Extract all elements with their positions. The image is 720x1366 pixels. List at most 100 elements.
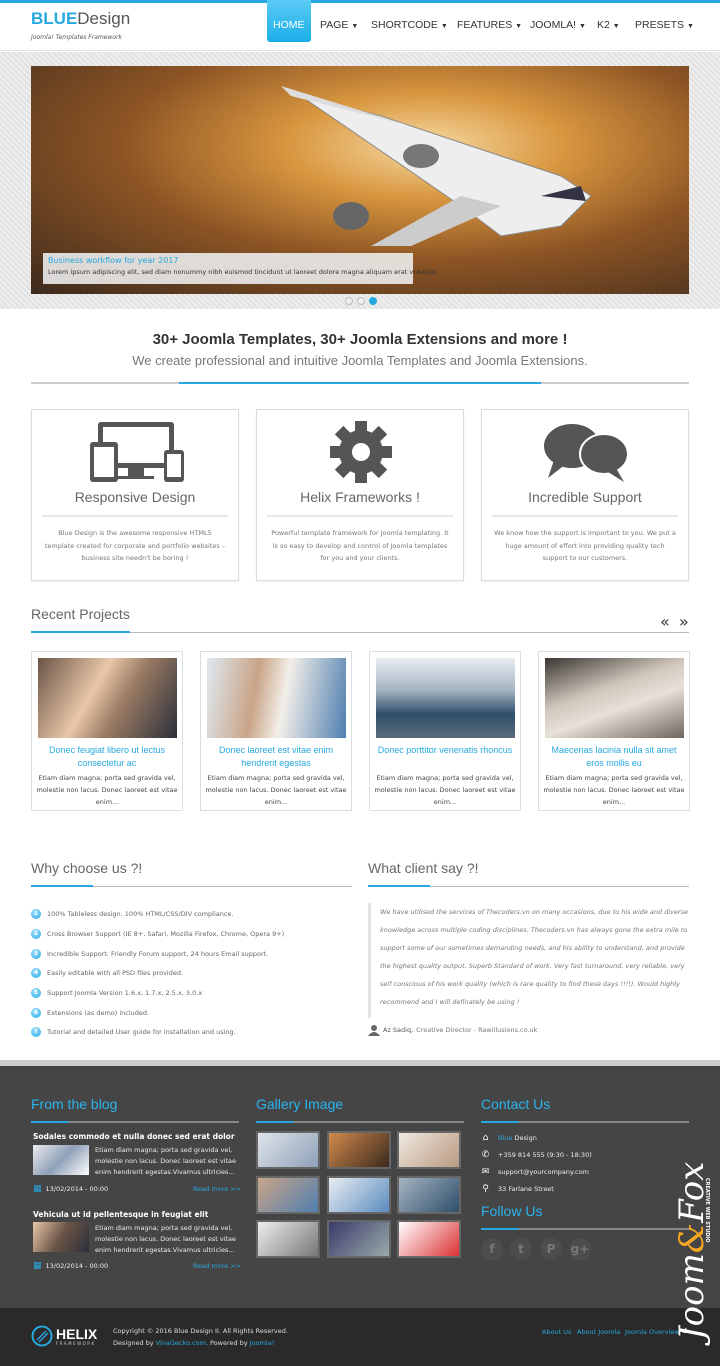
gallery-thumbnail[interactable] (327, 1131, 391, 1169)
number-badge-icon: 4 (31, 968, 41, 978)
phone-icon: ✆ (481, 1150, 490, 1160)
testimonial-quote: We have utilised the services of Thecode… (368, 903, 689, 1018)
feature-divider (267, 515, 453, 517)
number-badge-icon: 1 (31, 909, 41, 919)
nav-joomla[interactable]: JOOMLA! ▼ (530, 0, 586, 42)
gallery-thumbnail[interactable] (397, 1131, 461, 1169)
feature-card: Responsive Design Blue Design is the awe… (31, 409, 239, 581)
nav-label: PAGE (320, 19, 349, 31)
caret-down-icon: ▼ (440, 23, 448, 30)
divider-accent (368, 885, 430, 887)
client-title: What client say ?! (368, 860, 479, 876)
nav-k2[interactable]: K2 ▼ (597, 0, 620, 42)
why-text: Extensions (as demo) included. (47, 1009, 150, 1017)
divider (256, 1121, 464, 1123)
gallery-thumbnail[interactable] (397, 1220, 461, 1258)
gallery-thumbnail[interactable] (256, 1220, 320, 1258)
project-card[interactable]: Donec feugiat libero ut lectus consectet… (31, 651, 183, 811)
prev-arrow-icon[interactable]: « (660, 612, 670, 631)
caret-down-icon: ▼ (351, 23, 359, 30)
read-more-link[interactable]: Read more >> (193, 1185, 241, 1193)
divider (481, 1228, 689, 1230)
gallery-thumbnail[interactable] (256, 1131, 320, 1169)
project-title[interactable]: Donec laoreet est vitae enim hendrerit e… (205, 744, 347, 770)
caret-down-icon: ▼ (612, 23, 620, 30)
why-text: Support Joomla Version 1.6.x, 1.7.x, 2.5… (47, 989, 203, 997)
project-card[interactable]: Donec porttitor venenatis rhoncus Etiam … (369, 651, 521, 811)
blog-post-text: Etiam diam magna; porta sed gravida vel,… (95, 1224, 237, 1254)
site-logo[interactable]: BLUEDesign (31, 9, 130, 29)
blog-post-text: Etiam diam magna; porta sed gravida vel,… (95, 1146, 237, 1176)
feature-divider (492, 515, 678, 517)
nav-label: K2 (597, 19, 610, 31)
bottom-bar (0, 1308, 720, 1366)
google-plus-icon[interactable]: g+ (569, 1238, 591, 1260)
footer-link-about-us[interactable]: About Us (542, 1328, 571, 1336)
blog-post-title[interactable]: Sodales commodo et nulla donec sed erat … (33, 1132, 235, 1141)
helix-logo[interactable]: HELIX FRAMEWORK (31, 1325, 97, 1347)
project-image (376, 658, 515, 738)
nav-label: PRESETS (635, 19, 685, 31)
gallery-image (399, 1222, 459, 1256)
number-badge-icon: 7 (31, 1027, 41, 1037)
caret-down-icon: ▼ (579, 23, 586, 30)
date-text: 13/02/2014 - 00:00 (45, 1185, 109, 1193)
feature-title: Helix Frameworks ! (300, 489, 420, 505)
number-badge-icon: 6 (31, 1008, 41, 1018)
footer-link-joomla-overview[interactable]: Joomla Overview (625, 1328, 680, 1336)
divider-accent (179, 382, 541, 384)
why-item: 2 Cross Browser Support (IE 8+, Safari, M… (31, 929, 284, 939)
twitter-icon[interactable]: t (510, 1238, 532, 1260)
slider-dot-2[interactable] (357, 297, 365, 305)
why-item: 4 Easily editable with all PSD files prov… (31, 968, 183, 978)
feature-title: Responsive Design (74, 489, 196, 505)
divider-accent (31, 631, 130, 633)
project-card[interactable]: Donec laoreet est vitae enim hendrerit e… (200, 651, 352, 811)
number-badge-icon: 5 (31, 988, 41, 998)
nav-label: FEATURES (457, 19, 513, 31)
nav-features[interactable]: FEATURES ▼ (457, 0, 522, 42)
gallery-image (399, 1133, 459, 1167)
nav-shortcode[interactable]: SHORTCODE ▼ (371, 0, 448, 42)
blog-post-title[interactable]: Vehicula ut id pellentesque in feugiat e… (33, 1210, 208, 1219)
blog-thumbnail[interactable] (33, 1145, 89, 1175)
number-badge-icon: 3 (31, 949, 41, 959)
intro-subtitle: We create professional and intuitive Joo… (132, 353, 588, 368)
project-image (38, 658, 177, 738)
gallery-thumbnail[interactable] (327, 1220, 391, 1258)
nav-page[interactable]: PAGE ▼ (320, 0, 358, 42)
scroll-top-icon[interactable]: ▲ (683, 1326, 688, 1334)
caption-text: Lorem ipsum adipiscing elit, sed diam no… (48, 268, 439, 276)
joomla-link[interactable]: Joomla! (250, 1339, 275, 1347)
project-title[interactable]: Donec porttitor venenatis rhoncus (374, 744, 516, 757)
project-title[interactable]: Maecenas lacinia nulla sit amet eros mol… (543, 744, 685, 770)
phone-text: +359 814 555 (9:30 - 18:30) (498, 1151, 592, 1159)
project-text: Etiam diam magna; porta sed gravida vel,… (543, 774, 685, 806)
nav-presets[interactable]: PRESETS ▼ (635, 0, 694, 42)
nav-home[interactable]: HOME (267, 0, 311, 42)
gallery-thumbnail[interactable] (327, 1176, 391, 1214)
why-item: 5 Support Joomla Version 1.6.x, 1.7.x, 2.… (31, 988, 202, 998)
contact-phone: ✆ +359 814 555 (9:30 - 18:30) (481, 1150, 592, 1160)
gallery-image (258, 1222, 318, 1256)
slide-caption: Business workflow for year 2017 Lorem ip… (43, 253, 439, 284)
project-title[interactable]: Donec feugiat libero ut lectus consectet… (36, 744, 178, 770)
read-more-link[interactable]: Read more >> (193, 1262, 241, 1270)
project-card[interactable]: Maecenas lacinia nulla sit amet eros mol… (538, 651, 690, 811)
gallery-thumbnail[interactable] (256, 1176, 320, 1214)
gear-icon (330, 421, 392, 483)
contact-email[interactable]: ✉ support@yourcompany.com (481, 1167, 589, 1177)
blog-thumbnail[interactable] (33, 1222, 89, 1252)
helix-logo-sub: FRAMEWORK (56, 1340, 96, 1346)
slider-dot-3[interactable] (369, 297, 377, 305)
slider-dot-1[interactable] (345, 297, 353, 305)
footer-link-about-joomla[interactable]: About Joomla (577, 1328, 620, 1336)
pinterest-icon[interactable]: P (540, 1238, 562, 1260)
feature-text: Blue Design is the awesome responsive HT… (44, 529, 226, 562)
chat-bubbles-icon (544, 424, 629, 482)
next-arrow-icon[interactable]: » (679, 612, 689, 631)
designer-link[interactable]: VinaGecko.com (156, 1339, 206, 1347)
gallery-thumbnail[interactable] (397, 1176, 461, 1214)
author-role: Creative Director - Rawillusions.co.uk (416, 1026, 538, 1034)
facebook-icon[interactable]: f (481, 1238, 503, 1260)
